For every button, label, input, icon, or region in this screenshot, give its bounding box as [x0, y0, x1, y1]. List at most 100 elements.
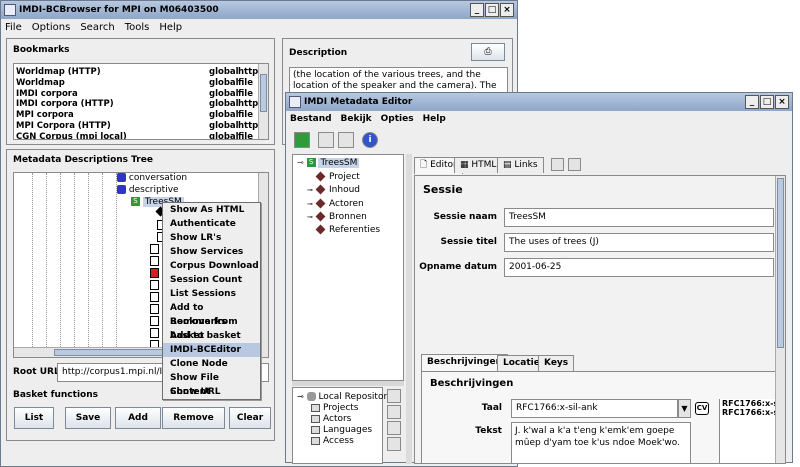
menu-bestand[interactable]: Bestand: [290, 111, 332, 128]
info-icon[interactable]: i: [362, 132, 378, 148]
tree-splitter[interactable]: [292, 381, 404, 386]
context-menu-item[interactable]: Clone Node: [163, 357, 260, 371]
lock-icon[interactable]: [150, 256, 159, 266]
repo-open-icon[interactable]: [387, 405, 401, 419]
editor-tree-node[interactable]: Project: [307, 171, 360, 183]
menu-options[interactable]: Options: [32, 19, 71, 36]
browser-menubar: File Options Search Tools Help: [1, 19, 517, 36]
print-button[interactable]: ⎙: [471, 43, 505, 61]
expand-icon[interactable]: ⊸: [297, 158, 304, 167]
editor-divider[interactable]: [406, 154, 412, 464]
context-menu-item[interactable]: Session Count: [163, 273, 260, 287]
context-menu-item[interactable]: Show File Content: [163, 371, 260, 397]
editor-form-scrollbar[interactable]: [775, 176, 785, 463]
language-list[interactable]: RFC1766:x-s RFC1766:x-s: [719, 399, 779, 463]
editor-tree-node[interactable]: ⊸ Actoren: [307, 198, 364, 210]
field-input[interactable]: The uses of trees (J): [504, 233, 774, 252]
maximize-button[interactable]: □: [485, 3, 499, 17]
tree-node-descriptive[interactable]: descriptive: [117, 184, 179, 196]
editor-metadata-tree[interactable]: ⊸ S TreesSM Project ⊸ Inhoud ⊸ Actoren ⊸ Bronn…: [292, 154, 404, 381]
subtab-keys[interactable]: Keys: [538, 355, 575, 371]
menu-search[interactable]: Search: [80, 19, 114, 36]
context-menu-item[interactable]: Authenticate: [163, 217, 260, 231]
back-arrow-icon[interactable]: [551, 158, 564, 171]
basket-list-button[interactable]: List: [14, 407, 54, 429]
menu-help[interactable]: Help: [423, 111, 446, 128]
context-menu-item[interactable]: Show URL: [163, 385, 260, 399]
taal-select[interactable]: RFC1766:x-sil-ank: [511, 399, 678, 418]
lock-icon[interactable]: [150, 316, 159, 326]
field-label: Opname datum: [419, 262, 497, 272]
field-input[interactable]: TreesSM: [504, 208, 774, 227]
tekst-textarea[interactable]: J. k'wal a k'a t'eng k'emk'em goepe mûep…: [511, 422, 691, 463]
forward-arrow-icon[interactable]: [568, 158, 581, 171]
language-list-item[interactable]: RFC1766:x-s: [720, 399, 779, 408]
editor-title: IMDI Metadata Editor: [304, 97, 413, 107]
minimize-button[interactable]: _: [470, 3, 484, 17]
browser-title: IMDI-BCBrowser for MPI on M06403500: [19, 5, 219, 15]
repo-remove-icon[interactable]: [387, 437, 401, 451]
close-button[interactable]: ×: [500, 3, 514, 17]
lock-icon[interactable]: [150, 280, 159, 290]
menu-help[interactable]: Help: [159, 19, 182, 36]
lock-icon[interactable]: [150, 328, 159, 338]
open-icon[interactable]: [318, 132, 334, 148]
editor-scroll-thumb[interactable]: [777, 178, 784, 348]
repo-action-icon[interactable]: [387, 389, 401, 403]
subtab-beschrijvingen[interactable]: Beschrijvingen: [421, 354, 508, 371]
lock-icon[interactable]: [150, 244, 159, 254]
context-menu-item[interactable]: Corpus Download: [163, 259, 260, 273]
lock-icon[interactable]: [150, 304, 159, 314]
session-s-icon: S: [131, 197, 140, 206]
save-icon[interactable]: [338, 132, 354, 148]
repo-tree-node[interactable]: Access: [311, 435, 354, 447]
menu-opties[interactable]: Opties: [381, 111, 414, 128]
context-menu-item[interactable]: List Sessions: [163, 287, 260, 301]
field-input[interactable]: 2001-06-25: [504, 258, 774, 277]
lock-icon[interactable]: [150, 268, 159, 278]
tab-links[interactable]: ▤ Links: [497, 157, 544, 173]
editor-form: Sessie Sessie naam TreesSM Sessie titel The…: [414, 175, 786, 464]
subsection-title: Beschrijvingen: [430, 378, 514, 389]
editor-tree-node[interactable]: ⊸ Inhoud: [307, 184, 360, 196]
basket-clear-button[interactable]: Clear: [229, 407, 271, 429]
context-menu-item[interactable]: Show Services: [163, 245, 260, 259]
editor-tree-node[interactable]: ⊸ Bronnen: [307, 211, 367, 223]
tree-guide-line: [60, 173, 61, 349]
bookmarks-scrollbar[interactable]: [258, 64, 268, 139]
basket-remove-button[interactable]: Remove: [162, 407, 225, 429]
menu-file[interactable]: File: [5, 19, 22, 36]
repository-tree[interactable]: ⊸ Local Repository Projects Actors Languag…: [292, 387, 393, 464]
expand-icon[interactable]: ⊸: [297, 392, 304, 401]
lock-icon[interactable]: [150, 292, 159, 302]
context-menu-item[interactable]: IMDI-BCEditor: [163, 343, 260, 357]
repo-add-icon[interactable]: [387, 421, 401, 435]
basket-add-button[interactable]: Add: [115, 407, 161, 429]
cv-button[interactable]: CV: [695, 402, 709, 415]
context-menu-item[interactable]: Show LR's: [163, 231, 260, 245]
tree-label: Metadata Descriptions Tree: [13, 155, 153, 165]
editor-tree-node[interactable]: Referenties: [307, 224, 380, 236]
editor-minimize-button[interactable]: _: [745, 95, 759, 109]
bookmark-row[interactable]: CGN Corpus (mpi local) global file: [16, 131, 256, 139]
basket-save-button[interactable]: Save: [65, 407, 111, 429]
context-menu-item[interactable]: Add to Bookmarks: [163, 301, 260, 327]
editor-maximize-button[interactable]: □: [760, 95, 774, 109]
expand-icon[interactable]: ⊸: [307, 184, 315, 196]
editor-close-button[interactable]: ×: [775, 95, 789, 109]
expand-icon[interactable]: ⊸: [307, 211, 315, 223]
menu-tools[interactable]: Tools: [125, 19, 150, 36]
context-menu-item[interactable]: Add to basket: [163, 329, 260, 343]
new-icon[interactable]: [294, 132, 310, 148]
context-menu-item[interactable]: Remove from basket: [163, 315, 260, 341]
tree-node-conversation[interactable]: conversation: [117, 173, 187, 184]
bookmarks-list[interactable]: Worldmap (HTTP) global http Worldmap global f…: [13, 63, 269, 140]
bookmarks-scroll-thumb[interactable]: [260, 74, 267, 112]
expand-icon[interactable]: ⊸: [307, 198, 315, 210]
taal-dropdown-arrow[interactable]: ▼: [678, 399, 691, 418]
menu-bekijk[interactable]: Bekijk: [341, 111, 372, 128]
tab-html[interactable]: ▦ HTML: [454, 157, 503, 173]
context-menu-item[interactable]: Show As HTML: [163, 203, 260, 217]
language-list-item[interactable]: RFC1766:x-s: [720, 408, 779, 417]
editor-tree-root[interactable]: ⊸ S TreesSM: [297, 157, 360, 169]
